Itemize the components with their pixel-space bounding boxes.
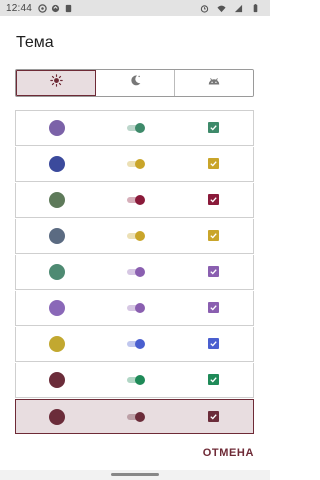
color-option-row[interactable] [15, 363, 254, 398]
color-swatch [49, 156, 65, 172]
notification-icon [38, 3, 47, 13]
dialog-title: Тема [16, 34, 54, 51]
dark-mode-button[interactable] [96, 70, 175, 96]
color-option-row[interactable] [15, 111, 254, 146]
storage-icon [64, 4, 73, 13]
sun-icon [49, 74, 63, 92]
preview-checkbox [208, 158, 219, 169]
color-option-row[interactable] [15, 183, 254, 218]
preview-checkbox [208, 194, 219, 205]
preview-switch [127, 231, 145, 241]
android-icon [207, 74, 221, 93]
battery-icon [251, 3, 260, 13]
status-bar: 12:44 [0, 0, 270, 16]
preview-switch [127, 267, 145, 277]
color-swatch [49, 300, 65, 316]
color-list [15, 110, 254, 437]
preview-checkbox [208, 122, 219, 133]
color-swatch [49, 409, 65, 425]
home-indicator[interactable] [111, 473, 159, 476]
sync-icon [51, 4, 60, 13]
color-swatch [49, 120, 65, 136]
color-option-row[interactable] [15, 219, 254, 254]
preview-checkbox [208, 266, 219, 277]
preview-checkbox [208, 230, 219, 241]
alarm-icon [200, 4, 209, 13]
preview-switch [127, 123, 145, 133]
color-swatch [49, 228, 65, 244]
theme-mode-selector [15, 69, 254, 97]
preview-checkbox [208, 338, 219, 349]
preview-switch [127, 195, 145, 205]
color-swatch [49, 336, 65, 352]
wifi-icon [217, 4, 226, 13]
color-option-row[interactable] [15, 327, 254, 362]
status-time: 12:44 [6, 2, 33, 14]
preview-checkbox [208, 302, 219, 313]
preview-switch [127, 412, 145, 422]
color-swatch [49, 192, 65, 208]
preview-checkbox [208, 411, 219, 422]
light-mode-button[interactable] [16, 70, 96, 96]
preview-switch [127, 159, 145, 169]
color-option-row[interactable] [15, 291, 254, 326]
color-option-row[interactable] [15, 255, 254, 290]
cancel-button[interactable]: ОТМЕНА [203, 447, 254, 459]
moon-icon [129, 74, 142, 92]
preview-switch [127, 375, 145, 385]
signal-icon [234, 4, 243, 13]
color-option-row[interactable] [15, 399, 254, 434]
system-mode-button[interactable] [175, 70, 253, 96]
preview-switch [127, 303, 145, 313]
color-swatch [49, 264, 65, 280]
preview-checkbox [208, 374, 219, 385]
color-swatch [49, 372, 65, 388]
color-option-row[interactable] [15, 147, 254, 182]
preview-switch [127, 339, 145, 349]
